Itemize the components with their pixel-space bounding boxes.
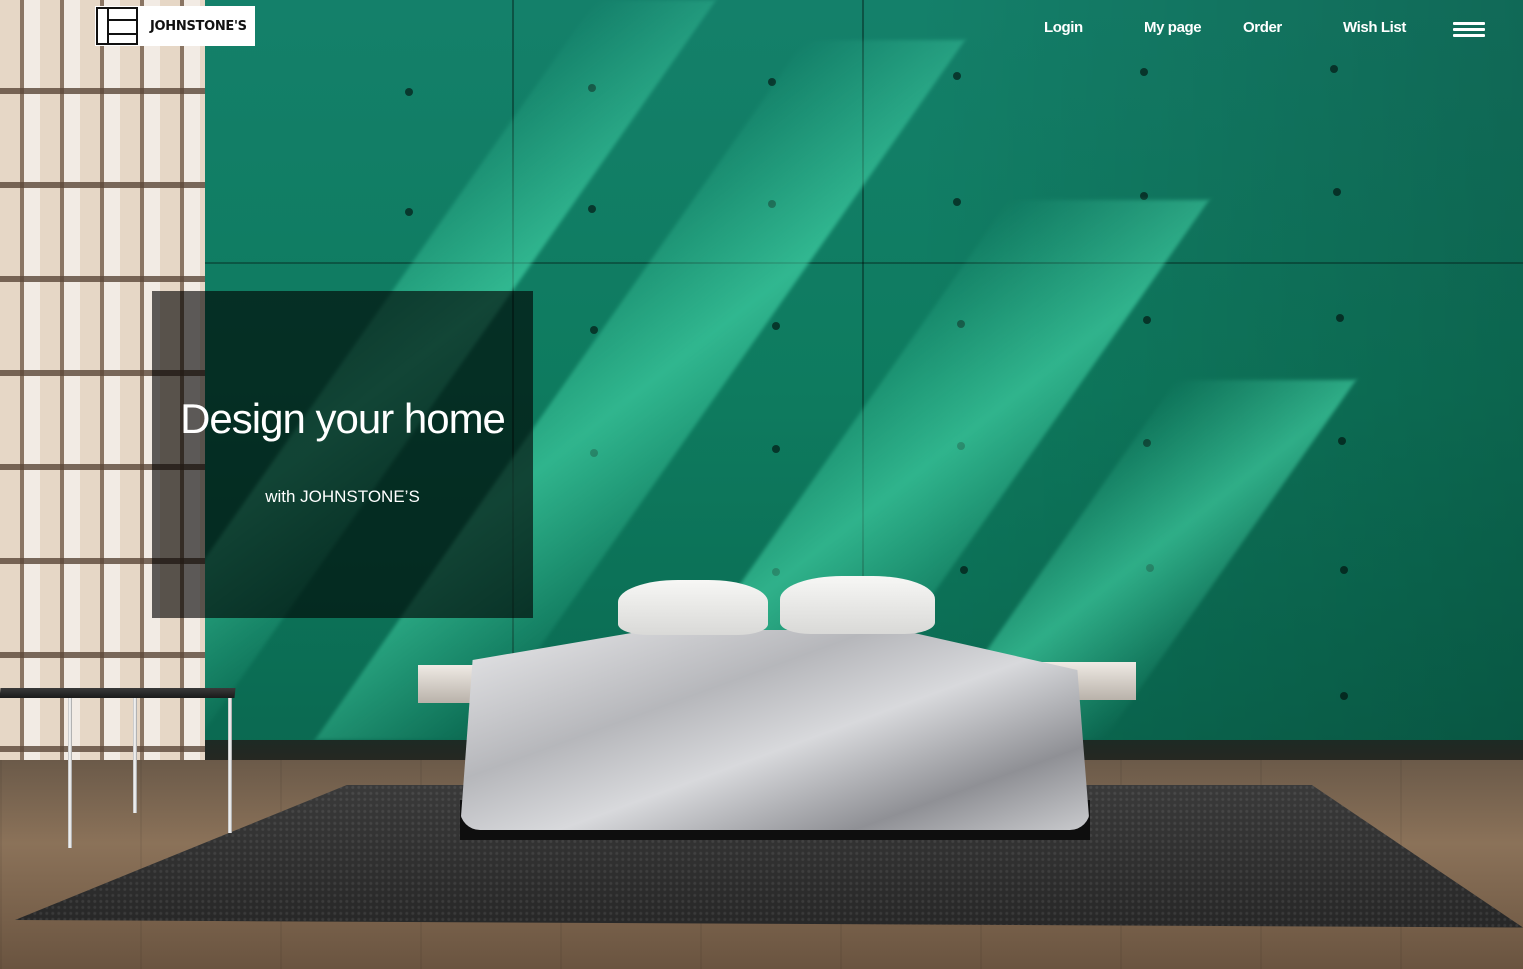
- wall-hole: [1336, 314, 1344, 322]
- nav-wish-list-link[interactable]: Wish List: [1343, 19, 1406, 36]
- nightstand: [418, 665, 478, 703]
- nav-my-page-link[interactable]: My page: [1144, 19, 1202, 36]
- top-navigation: Login My page Order Wish List: [0, 19, 1523, 39]
- wall-hole: [590, 326, 598, 334]
- wall-hole: [772, 322, 780, 330]
- wall-hole: [960, 566, 968, 574]
- bed-duvet: [460, 630, 1090, 830]
- wall-hole: [405, 88, 413, 96]
- wall-hole: [953, 72, 961, 80]
- table-leg: [228, 698, 232, 833]
- wall-hole: [1140, 68, 1148, 76]
- pillow: [780, 576, 935, 634]
- wall-hole: [1330, 65, 1338, 73]
- hamburger-menu-icon[interactable]: [1453, 22, 1485, 38]
- nav-order-link[interactable]: Order: [1243, 19, 1282, 36]
- menu-bar: [1453, 22, 1485, 25]
- table-leg: [68, 698, 72, 848]
- table-leg: [133, 698, 137, 813]
- page: JOHNSTONE'S Login My page Order Wish Lis…: [0, 0, 1523, 969]
- wall-hole: [1340, 692, 1348, 700]
- wall-hole: [405, 208, 413, 216]
- wall-hole: [772, 445, 780, 453]
- wall-hole: [953, 198, 961, 206]
- side-table: [0, 688, 236, 698]
- menu-bar: [1453, 28, 1485, 31]
- wall-hole: [1338, 437, 1346, 445]
- hero-title: Design your home: [180, 395, 506, 442]
- wall-hole: [588, 205, 596, 213]
- hero-caption-box: Design your home with JOHNSTONE’S: [152, 291, 533, 618]
- pillow: [618, 580, 768, 635]
- wall-hole: [1143, 316, 1151, 324]
- hero-subtitle: with JOHNSTONE’S: [265, 487, 420, 506]
- wall-hole: [1340, 566, 1348, 574]
- wall-hole: [1140, 192, 1148, 200]
- wall-hole: [1333, 188, 1341, 196]
- menu-bar: [1453, 34, 1485, 37]
- wall-seam: [205, 262, 1523, 264]
- nav-login-link[interactable]: Login: [1044, 19, 1083, 36]
